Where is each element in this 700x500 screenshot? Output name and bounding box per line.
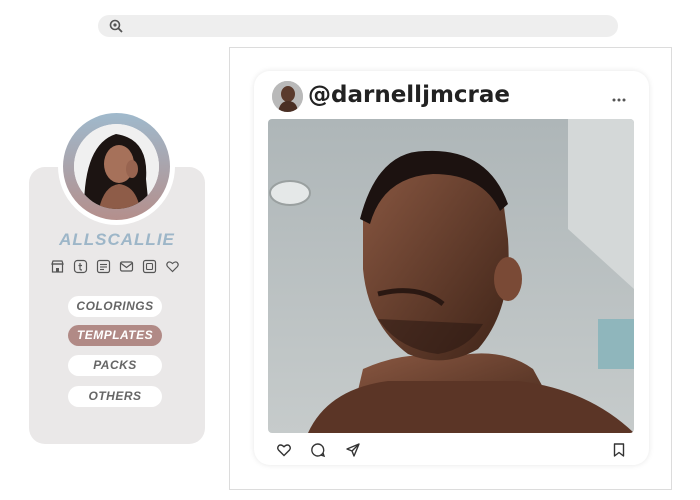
nav-packs-button[interactable]: PACKS xyxy=(68,355,162,376)
tumblr-icon[interactable] xyxy=(73,259,88,274)
nav-templates-button[interactable]: TEMPLATES xyxy=(68,325,162,346)
instagram-icon[interactable] xyxy=(142,259,157,274)
avatar-portrait xyxy=(74,124,159,209)
search-bar[interactable] xyxy=(98,15,618,37)
social-links xyxy=(50,259,190,275)
post-photo xyxy=(268,119,634,433)
bookmark-icon[interactable] xyxy=(611,442,627,458)
share-icon[interactable] xyxy=(345,442,361,458)
avatar xyxy=(58,108,175,225)
more-icon[interactable] xyxy=(612,97,626,103)
post-avatar[interactable] xyxy=(272,81,303,112)
search-icon xyxy=(109,19,123,33)
message-icon[interactable] xyxy=(96,259,111,274)
post-avatar-portrait xyxy=(272,81,303,112)
avatar-photo xyxy=(74,124,159,209)
shop-icon[interactable] xyxy=(50,259,65,274)
post-username[interactable]: @darnelljmcrae xyxy=(308,82,510,108)
post-photo-image xyxy=(268,119,634,433)
heart-icon[interactable] xyxy=(165,259,180,274)
nav-others-button[interactable]: OTHERS xyxy=(68,386,162,407)
mail-icon[interactable] xyxy=(119,259,134,274)
comment-icon[interactable] xyxy=(310,442,326,458)
nav-colorings-button[interactable]: COLORINGS xyxy=(68,296,162,317)
profile-username: ALLSCALLIE xyxy=(59,230,175,249)
heart-icon[interactable] xyxy=(276,442,292,458)
